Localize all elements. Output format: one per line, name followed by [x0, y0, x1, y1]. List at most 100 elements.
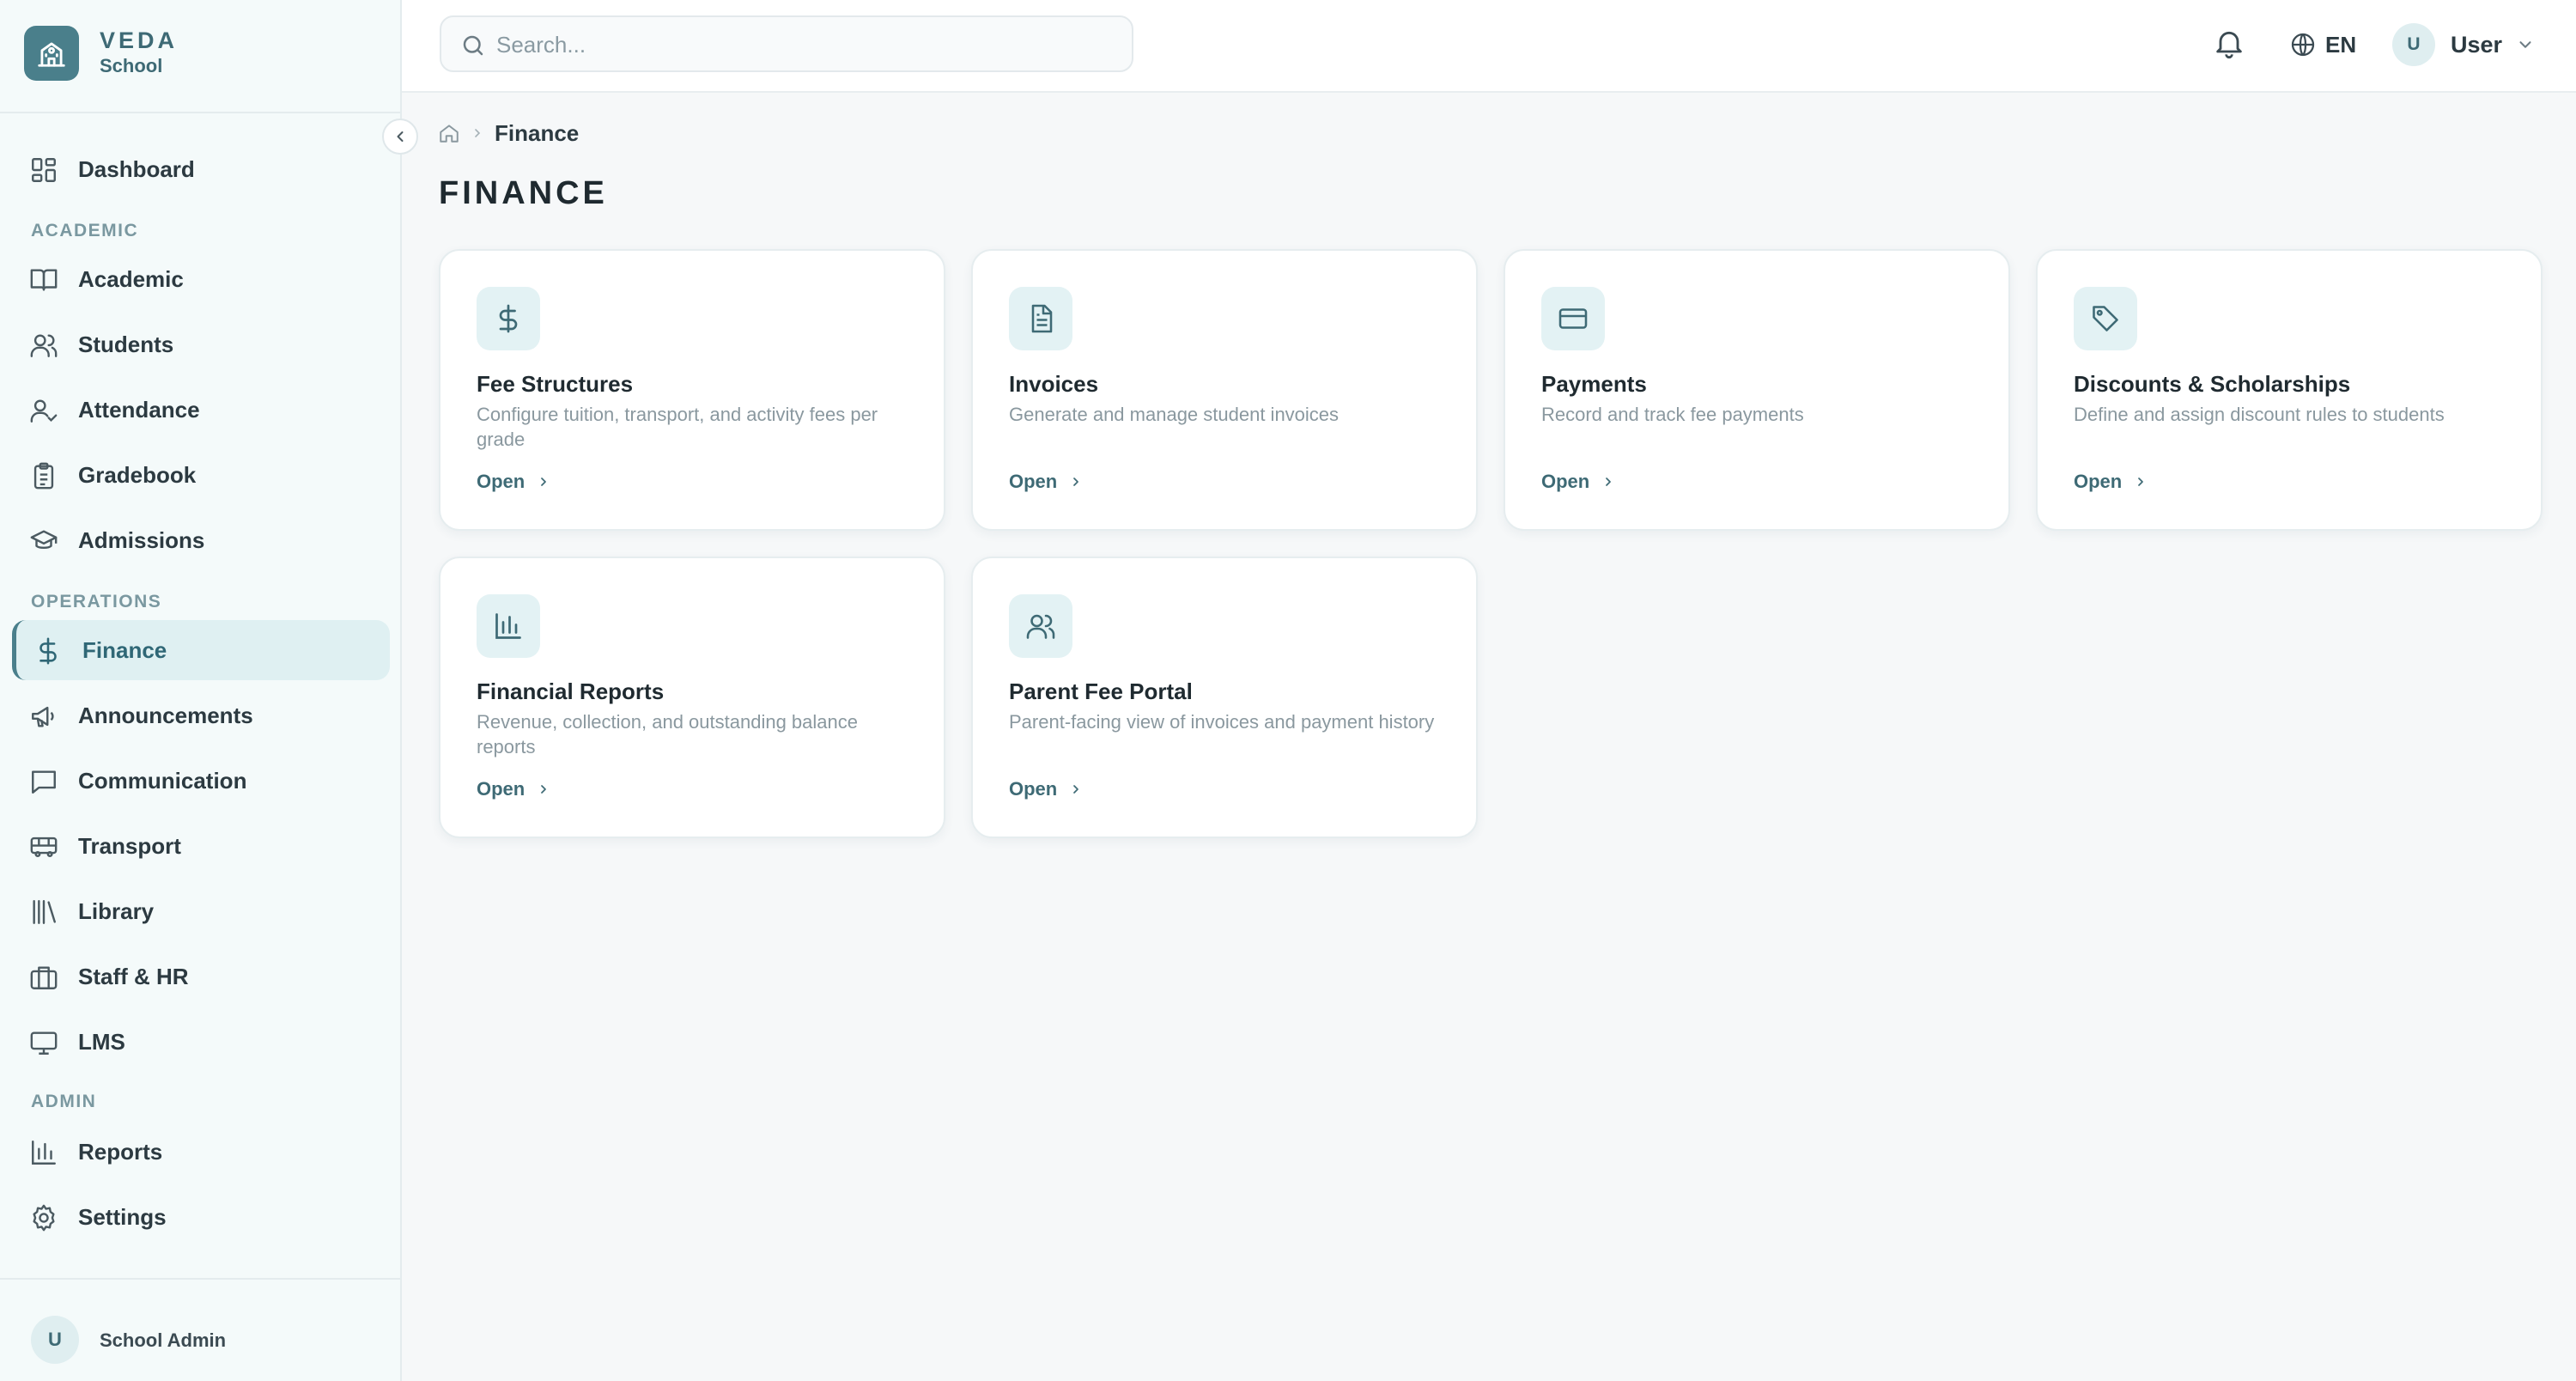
chevron-right-icon — [1073, 478, 1079, 486]
chevron-left-icon — [397, 131, 404, 142]
chevron-right-icon — [541, 478, 547, 486]
open-link[interactable]: Open — [477, 778, 550, 800]
sidebar-item-label: Reports — [78, 1138, 163, 1165]
chevron-right-icon — [2138, 478, 2144, 486]
sidebar-footer[interactable]: U School Admin — [0, 1278, 400, 1381]
sidebar-item-communication[interactable]: Communication — [12, 751, 390, 811]
sidebar-item-label: LMS — [78, 1028, 125, 1055]
home-icon[interactable] — [438, 122, 460, 144]
sidebar-item-finance[interactable]: Finance — [12, 620, 390, 680]
section-label-operations: OPERATIONS — [31, 592, 162, 611]
collapse-sidebar-button[interactable] — [382, 119, 418, 155]
book-icon — [30, 269, 58, 291]
card-title: Discounts & Scholarships — [2074, 371, 2351, 397]
sidebar-item-announcements[interactable]: Announcements — [12, 685, 390, 745]
card-title: Invoices — [1009, 371, 1099, 397]
briefcase-icon — [30, 966, 58, 989]
card-description: Define and assign discount rules to stud… — [2074, 404, 2445, 425]
card-payments[interactable]: Payments Record and track fee payments O… — [1504, 249, 2010, 531]
message-icon — [32, 770, 56, 794]
card-discounts-scholarships[interactable]: Discounts & Scholarships Define and assi… — [2036, 249, 2543, 531]
account-name: School Admin — [100, 1329, 227, 1351]
open-link-label: Open — [2074, 471, 2123, 492]
card-description: Parent-facing view of invoices and payme… — [1009, 711, 1435, 733]
clipboard-icon — [33, 462, 54, 490]
open-link[interactable]: Open — [1541, 471, 1615, 493]
sidebar-item-dashboard[interactable]: Dashboard — [12, 139, 390, 199]
section-label-admin: ADMIN — [31, 1092, 97, 1111]
globe-icon — [2291, 33, 2315, 57]
brand-subtitle: School — [100, 55, 163, 76]
megaphone-icon — [32, 706, 54, 727]
section-label-academic: ACADEMIC — [31, 221, 139, 240]
chevron-right-icon — [475, 129, 481, 137]
search-box[interactable] — [440, 15, 1133, 72]
sidebar-item-transport[interactable]: Transport — [12, 816, 390, 876]
bell-icon — [2216, 31, 2242, 58]
card-icon-container — [477, 594, 540, 658]
sidebar-item-label: Gradebook — [78, 461, 197, 488]
card-icon-container — [2074, 287, 2137, 350]
card-description: Configure tuition, transport, and activi… — [477, 404, 878, 450]
card-invoices[interactable]: Invoices Generate and manage student inv… — [971, 249, 1478, 531]
breadcrumb-current: Finance — [495, 119, 580, 146]
top-header: EN U User — [402, 0, 2576, 93]
sidebar-item-gradebook[interactable]: Gradebook — [12, 445, 390, 505]
graduation-cap-icon — [30, 530, 58, 549]
open-link-label: Open — [477, 778, 526, 800]
sidebar-item-label: Dashboard — [78, 155, 195, 182]
avatar: U — [31, 1316, 79, 1364]
sidebar: VEDA School Dashboard ACADEMIC Academic … — [0, 0, 418, 1381]
sidebar-item-label: Communication — [78, 767, 247, 794]
sidebar-item-label: Library — [78, 897, 155, 924]
card-parent-fee-portal[interactable]: Parent Fee Portal Parent-facing view of … — [971, 557, 1478, 838]
card-financial-reports[interactable]: Financial Reports Revenue, collection, a… — [439, 557, 945, 838]
sidebar-item-lms[interactable]: LMS — [12, 1012, 390, 1072]
notifications-button[interactable] — [2212, 26, 2246, 60]
sidebar-item-academic[interactable]: Academic — [12, 249, 390, 309]
card-title: Payments — [1541, 371, 1647, 397]
open-link[interactable]: Open — [1009, 471, 1083, 493]
card-icon-container — [477, 287, 540, 350]
sidebar-item-staff-hr[interactable]: Staff & HR — [12, 946, 390, 1007]
tag-icon — [2093, 306, 2118, 332]
language-label: EN — [2325, 31, 2357, 58]
card-fee-structures[interactable]: Fee Structures Configure tuition, transp… — [439, 249, 945, 531]
open-link-label: Open — [1541, 471, 1590, 492]
user-check-icon — [30, 399, 58, 423]
open-link[interactable]: Open — [2074, 471, 2148, 493]
file-text-icon — [1031, 304, 1053, 333]
sidebar-item-admissions[interactable]: Admissions — [12, 510, 390, 570]
sidebar-item-label: Settings — [78, 1203, 167, 1230]
chevron-right-icon — [1073, 785, 1079, 794]
monitor-icon — [30, 1031, 58, 1055]
card-title: Parent Fee Portal — [1009, 678, 1193, 704]
brand[interactable]: VEDA School — [0, 0, 400, 113]
user-name: User — [2451, 31, 2503, 58]
open-link-label: Open — [1009, 778, 1058, 800]
language-switcher[interactable]: EN — [2289, 27, 2356, 62]
brand-name: VEDA — [100, 27, 179, 53]
library-icon — [33, 900, 56, 924]
chevron-right-icon — [1606, 478, 1612, 486]
search-input[interactable] — [496, 27, 1115, 62]
user-menu[interactable]: U User — [2392, 21, 2535, 69]
open-link-label: Open — [477, 471, 526, 492]
gear-icon — [33, 1204, 55, 1232]
card-title: Fee Structures — [477, 371, 634, 397]
sidebar-item-settings[interactable]: Settings — [12, 1187, 390, 1247]
chevron-right-icon — [541, 785, 547, 794]
dollar-icon — [499, 304, 518, 333]
card-title: Financial Reports — [477, 678, 665, 704]
sidebar-item-reports[interactable]: Reports — [12, 1122, 390, 1182]
sidebar-item-students[interactable]: Students — [12, 314, 390, 374]
sidebar-item-attendance[interactable]: Attendance — [12, 380, 390, 440]
open-link[interactable]: Open — [477, 471, 550, 493]
sidebar-item-library[interactable]: Library — [12, 881, 390, 941]
sidebar-item-label: Attendance — [78, 396, 200, 423]
school-logo-icon — [24, 26, 79, 81]
open-link[interactable]: Open — [1009, 778, 1083, 800]
search-icon — [463, 35, 483, 56]
sidebar-item-label: Students — [78, 331, 174, 357]
bus-icon — [30, 837, 58, 857]
